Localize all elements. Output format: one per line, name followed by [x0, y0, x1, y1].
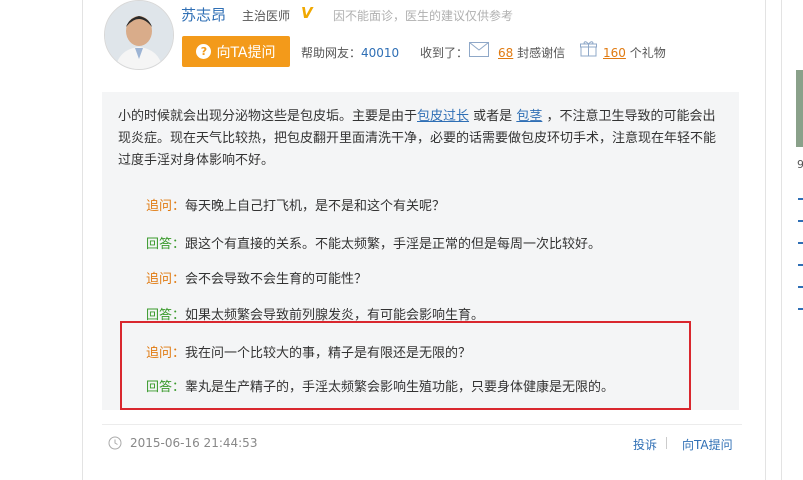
gift-stat: 160 个礼物 [603, 44, 666, 61]
disclaimer-notice: 因不能面诊，医生的建议仅供参考 [333, 9, 514, 23]
sidebar-list-item[interactable] [798, 220, 803, 222]
thanks-count-link[interactable]: 68 [498, 46, 513, 60]
gift-count-link[interactable]: 160 [603, 46, 626, 60]
doctor-name[interactable]: 苏志昂 [181, 4, 226, 25]
ask-doctor-link[interactable]: 向TA提问 [682, 436, 733, 453]
followup-text: 每天晚上自己打飞机，是不是和这个有关呢？ [185, 199, 446, 214]
gift-icon [580, 41, 597, 57]
avatar-photo [105, 1, 173, 69]
verified-badge-icon: V [301, 4, 313, 22]
ask-doctor-button[interactable]: ? 向TA提问 [182, 36, 290, 67]
sidebar-partial-text: 9 [797, 158, 803, 171]
sidebar-list-item[interactable] [798, 264, 803, 266]
reply-label: 回答： [146, 237, 186, 252]
followup-text: 会不会导致不会生育的可能性？ [185, 272, 368, 287]
help-count-link[interactable]: 40010 [361, 46, 399, 60]
answer-text: 小的时候就会出现分泌物这些是包皮垢。主要是由于包皮过长 或者是 包茎 ，不注意卫… [118, 106, 722, 172]
gift-label: 个礼物 [629, 46, 666, 60]
link-phimosis-long[interactable]: 包皮过长 [417, 109, 469, 124]
question-mark-icon: ? [196, 44, 212, 59]
sidebar-list-item[interactable] [798, 198, 803, 200]
doctor-avatar[interactable] [104, 0, 174, 70]
answer-timestamp: 2015-06-16 21:44:53 [130, 436, 258, 450]
report-link[interactable]: 投诉 [633, 436, 657, 453]
followup-question: 追问：会不会导致不会生育的可能性？ [146, 268, 367, 287]
thanks-label: 封感谢信 [517, 46, 566, 60]
help-label: 帮助网友： [301, 46, 362, 60]
followup-question: 追问：每天晚上自己打飞机，是不是和这个有关呢？ [146, 195, 445, 214]
sidebar-list-item[interactable] [798, 308, 803, 310]
sidebar-list-item[interactable] [798, 242, 803, 244]
footer-divider [102, 424, 742, 425]
sidebar-list-item[interactable] [798, 286, 803, 288]
followup-label: 追问： [146, 272, 186, 287]
highlight-box [120, 321, 691, 410]
received-label: 收到了： [420, 46, 469, 60]
doctor-title: 主治医师 [242, 9, 291, 23]
envelope-icon [469, 42, 489, 57]
answer-text-part: 或者是 [473, 109, 513, 124]
ask-doctor-label: 向TA提问 [216, 44, 276, 61]
clock-icon [108, 436, 122, 450]
link-phimosis[interactable]: 包茎 [516, 109, 542, 124]
thanks-stat: 68 封感谢信 [498, 44, 565, 61]
footer-link-divider [666, 437, 667, 449]
help-stat: 帮助网友：40010 [301, 44, 399, 61]
followup-label: 追问： [146, 199, 186, 214]
sidebar-thumbnail[interactable] [796, 70, 803, 147]
doctor-reply: 回答：跟这个有直接的关系。不能太频繁，手淫是正常的但是每周一次比较好。 [146, 233, 601, 252]
reply-text: 跟这个有直接的关系。不能太频繁，手淫是正常的但是每周一次比较好。 [185, 237, 602, 252]
answer-text-part: 小的时候就会出现分泌物这些是包皮垢。主要是由于 [118, 109, 418, 124]
